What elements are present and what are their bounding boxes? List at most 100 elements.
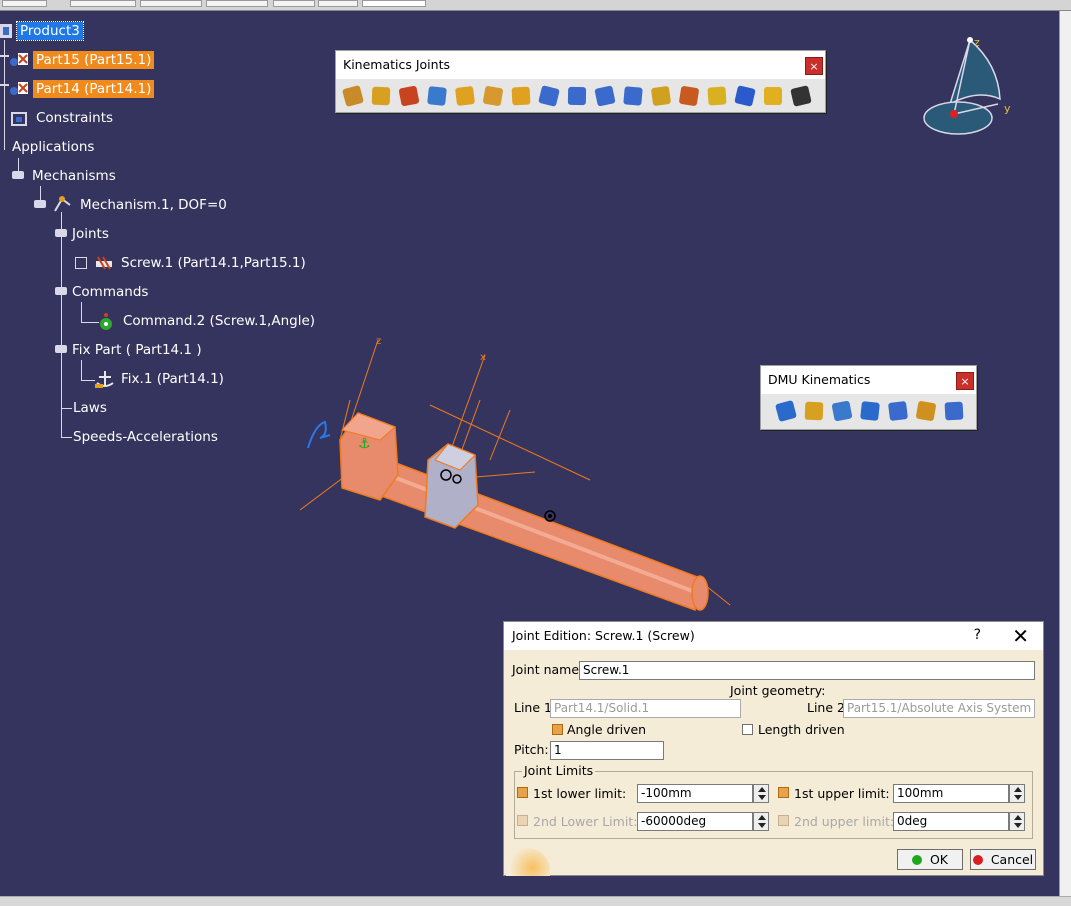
point-surface-joint-icon[interactable] <box>620 83 646 109</box>
axis-system-joint-icon[interactable] <box>788 83 814 109</box>
screw-joint-icon[interactable] <box>424 83 450 109</box>
toolbar-close-button[interactable]: × <box>956 372 974 390</box>
collapse-icon[interactable] <box>55 345 67 353</box>
tree-label[interactable]: Product3 <box>16 21 84 41</box>
tree-node-mechanism[interactable]: Mechanism.1, DOF=0 <box>34 194 230 216</box>
tree-node-constraints[interactable]: Constraints <box>0 107 116 129</box>
tree-node-commands[interactable]: Commands <box>55 281 151 303</box>
fixed-part-icon[interactable] <box>801 398 827 424</box>
collapse-icon[interactable] <box>34 200 46 208</box>
pitch-field[interactable]: 1 <box>550 741 664 760</box>
collapse-icon[interactable] <box>55 287 67 295</box>
tree-label[interactable]: Mechanisms <box>29 167 119 185</box>
revolute-joint-icon[interactable] <box>340 83 366 109</box>
simulation-icon[interactable] <box>773 398 799 424</box>
second-lower-limit-field[interactable]: -60000deg <box>637 812 753 831</box>
roll-curve-joint-icon[interactable] <box>592 83 618 109</box>
tree-node-applications[interactable]: Applications <box>0 136 97 158</box>
tree-label[interactable]: Part14 (Part14.1) <box>33 80 155 98</box>
tree-node-speeds[interactable]: Speeds-Accelerations <box>70 426 221 448</box>
gear-joint-icon[interactable] <box>704 83 730 109</box>
length-driven-checkbox[interactable] <box>742 724 753 735</box>
expand-icon[interactable] <box>75 257 87 269</box>
prismatic-joint-icon[interactable] <box>368 83 394 109</box>
toolbar-combo[interactable] <box>362 0 426 7</box>
line1-field[interactable]: Part14.1/Solid.1 <box>550 699 741 718</box>
screw-joint-glyph <box>427 86 447 106</box>
vertical-scrollbar[interactable] <box>1059 11 1071 896</box>
cable-joint-glyph <box>764 87 782 105</box>
screw-shaft[interactable] <box>364 454 709 612</box>
tree-label[interactable]: Joints <box>69 225 112 243</box>
tree-node-fix[interactable]: Fix.1 (Part14.1) <box>93 368 227 390</box>
tree-node-joints[interactable]: Joints <box>55 223 112 245</box>
second-lower-limit-spinner[interactable] <box>753 812 769 831</box>
tree-node-laws[interactable]: Laws <box>70 397 110 419</box>
toolbar-button[interactable] <box>318 0 358 7</box>
cylindrical-joint-icon[interactable] <box>396 83 422 109</box>
cancel-icon <box>972 855 983 865</box>
speed-acceleration-icon[interactable] <box>857 398 883 424</box>
joint-name-field[interactable]: Screw.1 <box>579 661 1035 680</box>
tree-node-part14[interactable]: Part14 (Part14.1) <box>0 78 155 100</box>
tree-label[interactable]: Screw.1 (Part14.1,Part15.1) <box>118 254 309 272</box>
dialog-close-button[interactable]: ✕ <box>1012 624 1029 648</box>
second-upper-limit-checkbox[interactable] <box>778 815 789 826</box>
tree-label[interactable]: Speeds-Accelerations <box>70 428 221 446</box>
assembly-constraints-icon[interactable] <box>829 398 855 424</box>
tree-label[interactable]: Mechanism.1, DOF=0 <box>77 196 230 214</box>
line2-field[interactable]: Part15.1/Absolute Axis System <box>843 699 1035 718</box>
compass-icon[interactable]: z y <box>918 34 1018 144</box>
tree-label[interactable]: Part15 (Part15.1) <box>33 51 155 69</box>
tree-label[interactable]: Fix Part ( Part14.1 ) <box>69 341 205 359</box>
laws-icon[interactable] <box>913 398 939 424</box>
model-viewport[interactable]: ⚓ z x <box>290 330 740 620</box>
toolbar-close-button[interactable]: × <box>805 57 823 75</box>
rigid-joint-icon[interactable] <box>508 83 534 109</box>
rack-joint-icon[interactable] <box>732 83 758 109</box>
help-button[interactable]: ? <box>974 627 981 643</box>
first-upper-limit-field[interactable]: 100mm <box>893 784 1009 803</box>
tree-node-screw[interactable]: Screw.1 (Part14.1,Part15.1) <box>75 252 309 274</box>
tree-label[interactable]: Laws <box>70 399 110 417</box>
collapse-icon[interactable] <box>55 229 67 237</box>
first-lower-limit-checkbox[interactable] <box>517 787 528 798</box>
mechanism-analysis-glyph <box>887 400 909 422</box>
second-lower-limit-checkbox[interactable] <box>517 815 528 826</box>
laws-glyph <box>915 400 937 422</box>
point-curve-joint-icon[interactable] <box>536 83 562 109</box>
tree-node-mechanisms[interactable]: Mechanisms <box>12 165 119 187</box>
sensors-icon[interactable] <box>941 398 967 424</box>
cable-joint-icon[interactable] <box>760 83 786 109</box>
tree-node-command[interactable]: Command.2 (Screw.1,Angle) <box>95 310 318 332</box>
mechanism-analysis-icon[interactable] <box>885 398 911 424</box>
tree-label[interactable]: Constraints <box>33 109 116 127</box>
screw-head[interactable]: ⚓ <box>339 412 399 501</box>
ok-button[interactable]: OK <box>897 849 963 870</box>
tree-label[interactable]: Commands <box>69 283 151 301</box>
first-lower-limit-field[interactable]: -100mm <box>637 784 753 803</box>
angle-driven-checkbox[interactable] <box>552 724 563 735</box>
cv-joint-icon[interactable] <box>676 83 702 109</box>
tree-label[interactable]: Command.2 (Screw.1,Angle) <box>120 312 318 330</box>
roll-curve-joint-glyph <box>594 85 616 107</box>
first-lower-limit-spinner[interactable] <box>753 784 769 803</box>
tree-node-part15[interactable]: Part15 (Part15.1) <box>0 49 155 71</box>
universal-joint-icon[interactable] <box>648 83 674 109</box>
tree-label[interactable]: Applications <box>9 138 97 156</box>
first-upper-limit-checkbox[interactable] <box>778 787 789 798</box>
cancel-button[interactable]: Cancel <box>970 849 1036 870</box>
tree-label[interactable]: Fix.1 (Part14.1) <box>118 370 227 388</box>
tree-node-product[interactable]: Product3 <box>0 20 84 42</box>
slide-curve-joint-icon[interactable] <box>564 83 590 109</box>
second-upper-limit-spinner[interactable] <box>1009 812 1025 831</box>
first-upper-limit-spinner[interactable] <box>1009 784 1025 803</box>
spherical-joint-icon[interactable] <box>452 83 478 109</box>
length-driven-label: Length driven <box>758 722 845 737</box>
tree-node-fix-part[interactable]: Fix Part ( Part14.1 ) <box>55 339 205 361</box>
collapse-icon[interactable] <box>12 171 24 179</box>
planar-joint-icon[interactable] <box>480 83 506 109</box>
second-upper-limit-field[interactable]: 0deg <box>893 812 1009 831</box>
axis-label-x: x <box>480 352 486 363</box>
dialog-title: Joint Edition: Screw.1 (Screw) <box>504 622 1043 650</box>
